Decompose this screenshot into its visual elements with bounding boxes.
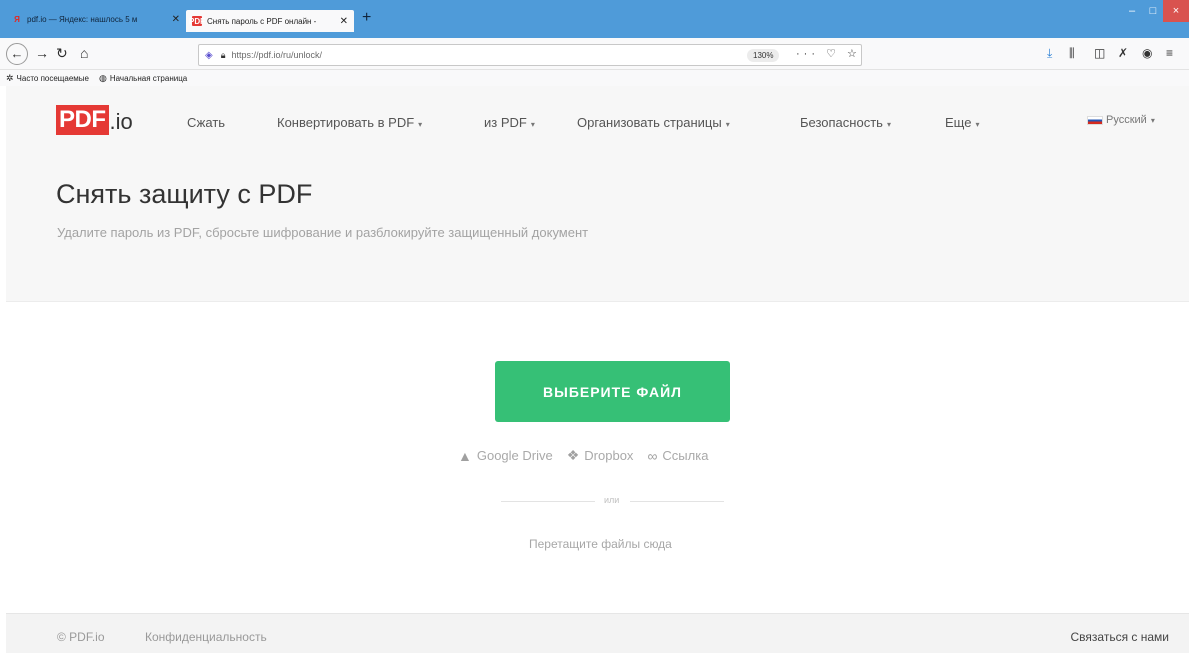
nav-label: Сжать: [187, 115, 226, 130]
browser-tab-pdfio[interactable]: PDF Снять пароль с PDF онлайн - ✕: [186, 10, 354, 32]
library-icon[interactable]: ⫼: [1069, 46, 1075, 61]
url-link[interactable]: ∞ Ссылка: [647, 448, 708, 464]
divider-left: [501, 501, 595, 502]
gear-icon: ✲: [6, 72, 14, 83]
extension-icon[interactable]: ✗: [1118, 46, 1128, 60]
upload-sources: ▲ Google Drive ❖ Dropbox ∞ Ссылка: [458, 447, 722, 464]
downloads-icon[interactable]: ⤓: [1047, 46, 1052, 61]
lock-icon[interactable]: 🔒︎: [221, 50, 226, 61]
source-label: Dropbox: [584, 448, 634, 463]
maximize-button[interactable]: □: [1143, 0, 1163, 22]
pdfio-logo[interactable]: PDF .io: [56, 105, 133, 135]
tracking-shield-icon[interactable]: ◈: [205, 50, 213, 61]
bookmark-star-icon[interactable]: ☆: [847, 48, 861, 60]
bookmark-start-page[interactable]: ◍ Начальная страница: [99, 73, 187, 84]
dropbox-icon: ❖: [566, 447, 580, 463]
russia-flag-icon: [1087, 115, 1103, 125]
chevron-down-icon: ▾: [418, 120, 423, 129]
source-label: Ссылка: [662, 448, 709, 463]
nav-label: Конвертировать в PDF: [277, 115, 415, 130]
link-icon: ∞: [647, 447, 658, 464]
copyright: © PDF.io: [57, 630, 105, 644]
site-header: PDF .io Сжать Конвертировать в PDF ▾ из P…: [6, 86, 1189, 302]
dropbox-link[interactable]: ❖ Dropbox: [567, 447, 634, 464]
nav-more[interactable]: Еще ▾: [945, 115, 979, 130]
nav-security[interactable]: Безопасность ▾: [800, 115, 891, 130]
choose-file-button[interactable]: ВЫБЕРИТЕ ФАЙЛ: [495, 361, 730, 422]
logo-tail: .io: [109, 109, 133, 134]
yandex-icon: Я: [14, 14, 20, 24]
forward-button[interactable]: →: [35, 45, 49, 61]
chevron-down-icon: ▾: [530, 120, 535, 129]
nav-compress[interactable]: Сжать: [187, 115, 225, 130]
nav-label: Еще: [945, 115, 972, 130]
chevron-down-icon: ▾: [725, 120, 730, 129]
privacy-link[interactable]: Конфиденциальность: [145, 630, 267, 644]
new-tab-button[interactable]: +: [362, 10, 371, 26]
divider-right: [630, 501, 724, 502]
nav-from-pdf[interactable]: из PDF ▾: [484, 115, 535, 130]
close-window-button[interactable]: ×: [1163, 0, 1189, 22]
bookmark-label: Начальная страница: [109, 73, 188, 83]
page-title: Снять защиту с PDF: [56, 179, 313, 209]
tab-title: pdf.io — Яндекс: нашлось 5 м: [27, 14, 138, 24]
close-tab-icon[interactable]: ✕: [172, 14, 180, 25]
logo-mark: PDF: [56, 105, 109, 135]
minimize-button[interactable]: –: [1121, 0, 1143, 22]
or-separator: или: [604, 495, 620, 505]
url-text[interactable]: https://pdf.io/ru/unlock/: [232, 50, 323, 60]
nav-organize-pages[interactable]: Организовать страницы ▾: [577, 115, 730, 130]
back-button[interactable]: ←: [6, 43, 28, 65]
account-icon[interactable]: ◉: [1142, 46, 1152, 60]
language-label: Русский: [1106, 114, 1147, 126]
chevron-down-icon: ▾: [886, 120, 891, 129]
hamburger-menu-icon[interactable]: ≡: [1166, 46, 1173, 60]
browser-navigation-bar: ← → ↻ ⌂ ◈ 🔒︎ https://pdf.io/ru/unlock/ 1…: [0, 38, 1189, 70]
contact-link[interactable]: Связаться с нами: [1071, 630, 1169, 644]
globe-icon: ◍: [98, 72, 107, 83]
nav-label: Безопасность: [800, 115, 883, 130]
browser-tab-bar: Я pdf.io — Яндекс: нашлось 5 м ✕ PDF Сня…: [0, 0, 1189, 38]
chevron-down-icon: ▾: [1150, 115, 1155, 125]
nav-label: из PDF: [484, 115, 527, 130]
address-bar[interactable]: ◈ 🔒︎ https://pdf.io/ru/unlock/ 130% ··· …: [198, 44, 862, 66]
nav-convert-to-pdf[interactable]: Конвертировать в PDF ▾: [277, 115, 422, 130]
drop-zone-hint: Перетащите файлы сюда: [529, 537, 672, 551]
zoom-level-badge[interactable]: 130%: [747, 49, 780, 62]
nav-label: Организовать страницы: [577, 115, 722, 130]
close-tab-icon[interactable]: ✕: [340, 16, 348, 27]
bookmark-most-visited[interactable]: ✲ Часто посещаемые: [6, 73, 89, 84]
pdfio-favicon: PDF: [189, 16, 205, 26]
page-actions[interactable]: ··· ♡ ☆: [796, 47, 861, 60]
google-drive-link[interactable]: ▲ Google Drive: [458, 448, 553, 464]
language-selector[interactable]: Русский ▾: [1087, 114, 1155, 126]
bookmarks-toolbar: ✲ Часто посещаемые ◍ Начальная страница: [0, 70, 1189, 86]
page-actions-menu-icon[interactable]: ···: [796, 48, 819, 60]
chevron-down-icon: ▾: [975, 120, 980, 129]
bookmark-label: Часто посещаемые: [16, 73, 89, 83]
pocket-icon[interactable]: ♡: [826, 48, 840, 60]
tab-title: Снять пароль с PDF онлайн -: [207, 16, 317, 26]
sidebar-icon[interactable]: ◫: [1094, 46, 1105, 60]
browser-tab-yandex[interactable]: Я pdf.io — Яндекс: нашлось 5 м ✕: [6, 10, 186, 28]
google-drive-icon: ▲: [458, 447, 472, 464]
reload-button[interactable]: ↻: [56, 45, 68, 61]
page-subtitle: Удалите пароль из PDF, сбросьте шифрован…: [57, 225, 589, 240]
site-footer: © PDF.io Конфиденциальность Связаться с …: [6, 613, 1189, 653]
home-button[interactable]: ⌂: [80, 45, 88, 61]
source-label: Google Drive: [476, 448, 553, 463]
